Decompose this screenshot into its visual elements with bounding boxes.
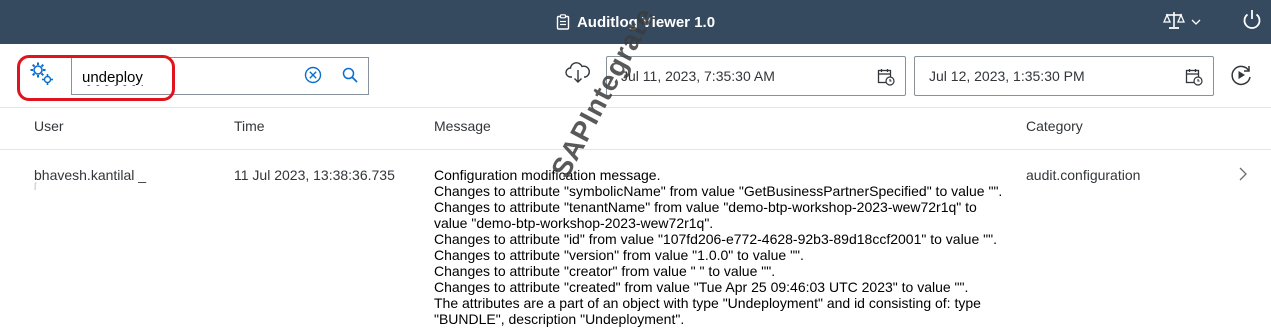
search-button[interactable] xyxy=(340,67,360,87)
search-field xyxy=(71,57,369,95)
app-title: Auditlog Viewer 1.0 xyxy=(576,13,716,31)
calendar-icon[interactable] xyxy=(877,68,895,86)
message-line: Changes to attribute "version" from valu… xyxy=(434,247,804,263)
message-line: The attributes are a part of an object w… xyxy=(434,295,981,311)
message-line: Changes to attribute "created" from valu… xyxy=(434,279,969,295)
date-to-field[interactable]: Jul 12, 2023, 1:35:30 PM xyxy=(914,56,1214,96)
search-icon xyxy=(342,67,358,88)
row-message: Configuration modification message. Chan… xyxy=(434,167,1014,327)
calendar-icon[interactable] xyxy=(1185,68,1203,86)
message-line: Changes to attribute "creator" from valu… xyxy=(434,263,776,279)
chevron-right-icon xyxy=(1239,167,1247,184)
user-redacted-mark: ſ xyxy=(34,182,37,193)
row-user-cell: bhavesh.kantilal _ ſ xyxy=(34,167,214,193)
row-category: audit.configuration xyxy=(1026,167,1141,183)
refresh-play-button[interactable] xyxy=(1228,64,1254,90)
row-user: bhavesh.kantilal _ xyxy=(34,167,147,183)
cloud-download-icon xyxy=(565,61,591,90)
column-header-message[interactable]: Message xyxy=(434,118,1014,134)
column-header-user[interactable]: User xyxy=(34,118,214,134)
power-icon xyxy=(1242,9,1262,36)
download-button[interactable] xyxy=(564,61,592,89)
logout-button[interactable] xyxy=(1237,0,1267,44)
message-line: Configuration modification message. xyxy=(434,167,661,183)
play-icon xyxy=(1229,63,1253,92)
app-title-area: Auditlog Viewer 1.0 xyxy=(0,0,1271,44)
shell-bar: Auditlog Viewer 1.0 xyxy=(0,0,1271,44)
message-line: value "demo-btp-workshop-2023-wew72r1q". xyxy=(434,215,714,231)
table-header: User Time Message Category xyxy=(0,108,1271,150)
settings-button[interactable] xyxy=(28,62,56,90)
scale-icon xyxy=(1163,10,1185,35)
column-header-category[interactable]: Category xyxy=(1026,118,1226,134)
settings-icon xyxy=(29,61,55,92)
system-menu-button[interactable] xyxy=(1163,10,1201,35)
search-input[interactable] xyxy=(82,67,292,87)
date-from-value: Jul 11, 2023, 7:35:30 AM xyxy=(621,68,775,84)
table-row[interactable]: bhavesh.kantilal _ ſ 11 Jul 2023, 13:38:… xyxy=(0,150,1271,335)
message-line: Changes to attribute "symbolicName" from… xyxy=(434,183,1003,199)
column-header-time[interactable]: Time xyxy=(234,118,424,134)
clear-icon xyxy=(304,66,322,89)
chevron-down-icon xyxy=(1191,19,1201,25)
document-icon xyxy=(556,14,570,30)
date-to-value: Jul 12, 2023, 1:35:30 PM xyxy=(929,68,1085,84)
clear-search-button[interactable] xyxy=(303,66,323,89)
filter-toolbar: Jul 11, 2023, 7:35:30 AM Jul 12, 2023, 1… xyxy=(0,44,1271,108)
row-navigation-button[interactable] xyxy=(1236,167,1250,184)
message-line: "BUNDLE", description "Undeployment". xyxy=(434,311,685,327)
message-line: Changes to attribute "id" from value "10… xyxy=(434,231,997,247)
row-time: 11 Jul 2023, 13:38:36.735 xyxy=(234,167,395,183)
message-line: Changes to attribute "tenantName" from v… xyxy=(434,199,977,215)
date-from-field[interactable]: Jul 11, 2023, 7:35:30 AM xyxy=(606,56,906,96)
